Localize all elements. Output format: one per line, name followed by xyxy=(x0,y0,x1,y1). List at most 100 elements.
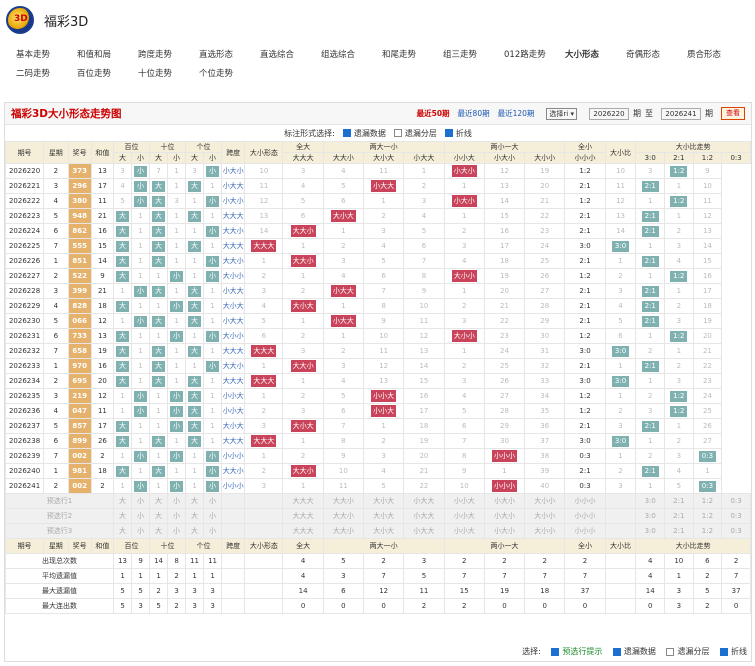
recent80-link[interactable]: 最近80期 xyxy=(458,108,490,119)
preselect-cell[interactable]: 小小大 xyxy=(443,493,485,509)
preselect-cell[interactable]: 小小小 xyxy=(564,508,606,524)
bottom-line-checkbox[interactable] xyxy=(720,647,728,656)
cell-8: 大 xyxy=(185,388,205,404)
preselect-cell[interactable]: 小小大 xyxy=(443,508,485,524)
preselect-cell[interactable]: 1:2 xyxy=(692,523,723,539)
cell-value: 1 xyxy=(174,317,179,325)
preselect-cell[interactable]: 小大小 xyxy=(483,523,526,539)
preselect-cell[interactable]: 小 xyxy=(131,508,151,524)
nav-link-14[interactable]: 十位走势 xyxy=(138,65,199,84)
preselect-cell[interactable]: 小 xyxy=(131,493,151,509)
preselect-cell[interactable]: 大 xyxy=(185,493,205,509)
line-checkbox[interactable] xyxy=(444,129,453,137)
preselect-cell[interactable]: 小 xyxy=(167,523,187,539)
cell-10: 小大大 xyxy=(221,178,246,194)
to-input[interactable]: 2026241 xyxy=(661,107,701,120)
bottom-miss-data-checkbox[interactable] xyxy=(612,647,621,656)
preselect-cell[interactable]: 0:3 xyxy=(721,523,751,539)
nav-link-10[interactable]: 奇偶形态 xyxy=(626,46,687,65)
preselect-cell[interactable]: 小大大 xyxy=(403,508,445,524)
preselect-cell[interactable]: 大 xyxy=(113,493,133,509)
preselect-cell[interactable]: 小小小 xyxy=(564,523,606,539)
nav-link-6[interactable]: 和尾走势 xyxy=(382,46,443,65)
preselect-cell[interactable]: 大小小 xyxy=(524,493,566,509)
cell-17: 小小小 xyxy=(483,448,526,464)
preselect-cell[interactable]: 大 xyxy=(149,523,169,539)
recent120-link[interactable]: 最近120期 xyxy=(498,108,535,119)
cell-value: 1 xyxy=(618,452,623,460)
preselect-cell[interactable]: 大大大 xyxy=(282,523,324,539)
nav-link-15[interactable]: 个位走势 xyxy=(199,65,260,84)
preselect-cell[interactable]: 大大大 xyxy=(282,508,324,524)
preselect-cell[interactable]: 小大小 xyxy=(483,493,526,509)
preselect-cell[interactable]: 小 xyxy=(203,523,223,539)
recent50-link[interactable]: 最近50期 xyxy=(417,108,450,119)
preselect-cell[interactable]: 2:1 xyxy=(664,508,694,524)
nav-link-9[interactable]: 大小形态 xyxy=(565,46,626,65)
preselect-cell[interactable]: 大小大 xyxy=(363,508,405,524)
nav-link-13[interactable]: 百位走势 xyxy=(77,65,138,84)
preselect-cell[interactable]: 0:3 xyxy=(721,493,751,509)
preselect-cell[interactable]: 小 xyxy=(167,493,187,509)
cell-15: 13 xyxy=(403,343,445,359)
preselect-cell[interactable]: 小大大 xyxy=(403,523,445,539)
preselect-cell[interactable]: 小小大 xyxy=(443,523,485,539)
nav-link-4[interactable]: 直选综合 xyxy=(260,46,321,65)
preselect-cell[interactable]: 2:1 xyxy=(664,493,694,509)
from-input[interactable]: 2026220 xyxy=(589,107,629,120)
period-select-value: 选择ri xyxy=(549,109,569,118)
nav-link-8[interactable]: 012路走势 xyxy=(504,46,565,65)
draw-row: 2026240 1 981 18 大 1 大 1 1 小大大小 2 大大小 10 4 21 9 1 39 2:1 2 2… xyxy=(4,463,751,479)
preselect-cell[interactable]: 大小小 xyxy=(524,523,566,539)
preselect-cell[interactable]: 大小小 xyxy=(524,508,566,524)
preselect-cell[interactable]: 小小小 xyxy=(564,493,606,509)
cell-12: 1 xyxy=(282,433,324,449)
preselect-cell[interactable]: 1:2 xyxy=(692,508,723,524)
miss-data-checkbox[interactable] xyxy=(342,129,351,137)
preselect-cell[interactable]: 大大小 xyxy=(322,508,365,524)
preselect-cell[interactable]: 大 xyxy=(113,523,133,539)
preselect-cell[interactable]: 3:0 xyxy=(635,523,665,539)
preselect-cell[interactable]: 大 xyxy=(185,523,205,539)
preselect-cell[interactable]: 大大小 xyxy=(322,493,365,509)
cell-3: 12 xyxy=(90,388,115,404)
cell-7: 小 xyxy=(167,388,187,404)
nav-link-1[interactable]: 和值和局 xyxy=(77,46,138,65)
preselect-cell[interactable]: 1:2 xyxy=(692,493,723,509)
preselect-hint-checkbox[interactable] xyxy=(551,647,560,656)
preselect-cell[interactable]: 2:1 xyxy=(664,523,694,539)
nav-link-3[interactable]: 直选形态 xyxy=(199,46,260,65)
nav-link-11[interactable]: 质合形态 xyxy=(687,46,748,65)
preselect-cell[interactable]: 小大小 xyxy=(483,508,526,524)
query-button[interactable]: 查看 xyxy=(721,107,745,120)
preselect-cell[interactable]: 小 xyxy=(203,508,223,524)
cell-value: 14 xyxy=(616,227,625,235)
cell-16: 大小小 xyxy=(443,268,485,284)
nav-link-7[interactable]: 组三走势 xyxy=(443,46,504,65)
preselect-cell[interactable]: 大小大 xyxy=(363,523,405,539)
preselect-cell[interactable]: 小大大 xyxy=(403,493,445,509)
preselect-cell[interactable]: 大 xyxy=(185,508,205,524)
preselect-cell[interactable]: 大小大 xyxy=(363,493,405,509)
preselect-cell[interactable]: 大 xyxy=(113,508,133,524)
cell-0: 2026220 xyxy=(4,163,45,179)
preselect-cell[interactable]: 小 xyxy=(203,493,223,509)
bottom-miss-layer-checkbox[interactable] xyxy=(666,647,675,656)
cell-value: 19 xyxy=(702,317,712,325)
stat-cell: 2 xyxy=(403,598,445,614)
preselect-cell[interactable]: 小 xyxy=(131,523,151,539)
nav-link-12[interactable]: 二码走势 xyxy=(16,65,77,84)
nav-link-5[interactable]: 组选综合 xyxy=(321,46,382,65)
preselect-cell[interactable]: 3:0 xyxy=(635,508,665,524)
preselect-cell[interactable]: 大大大 xyxy=(282,493,324,509)
preselect-cell[interactable]: 大 xyxy=(149,508,169,524)
period-select[interactable]: 选择ri ▾ xyxy=(546,107,577,120)
miss-layer-checkbox[interactable] xyxy=(393,129,402,137)
nav-link-0[interactable]: 基本走势 xyxy=(16,46,77,65)
preselect-cell[interactable]: 大大小 xyxy=(322,523,365,539)
nav-link-2[interactable]: 跨度走势 xyxy=(138,46,199,65)
preselect-cell[interactable]: 0:3 xyxy=(721,508,751,524)
preselect-cell[interactable]: 大 xyxy=(149,493,169,509)
preselect-cell[interactable]: 3:0 xyxy=(635,493,665,509)
preselect-cell[interactable]: 小 xyxy=(167,508,187,524)
